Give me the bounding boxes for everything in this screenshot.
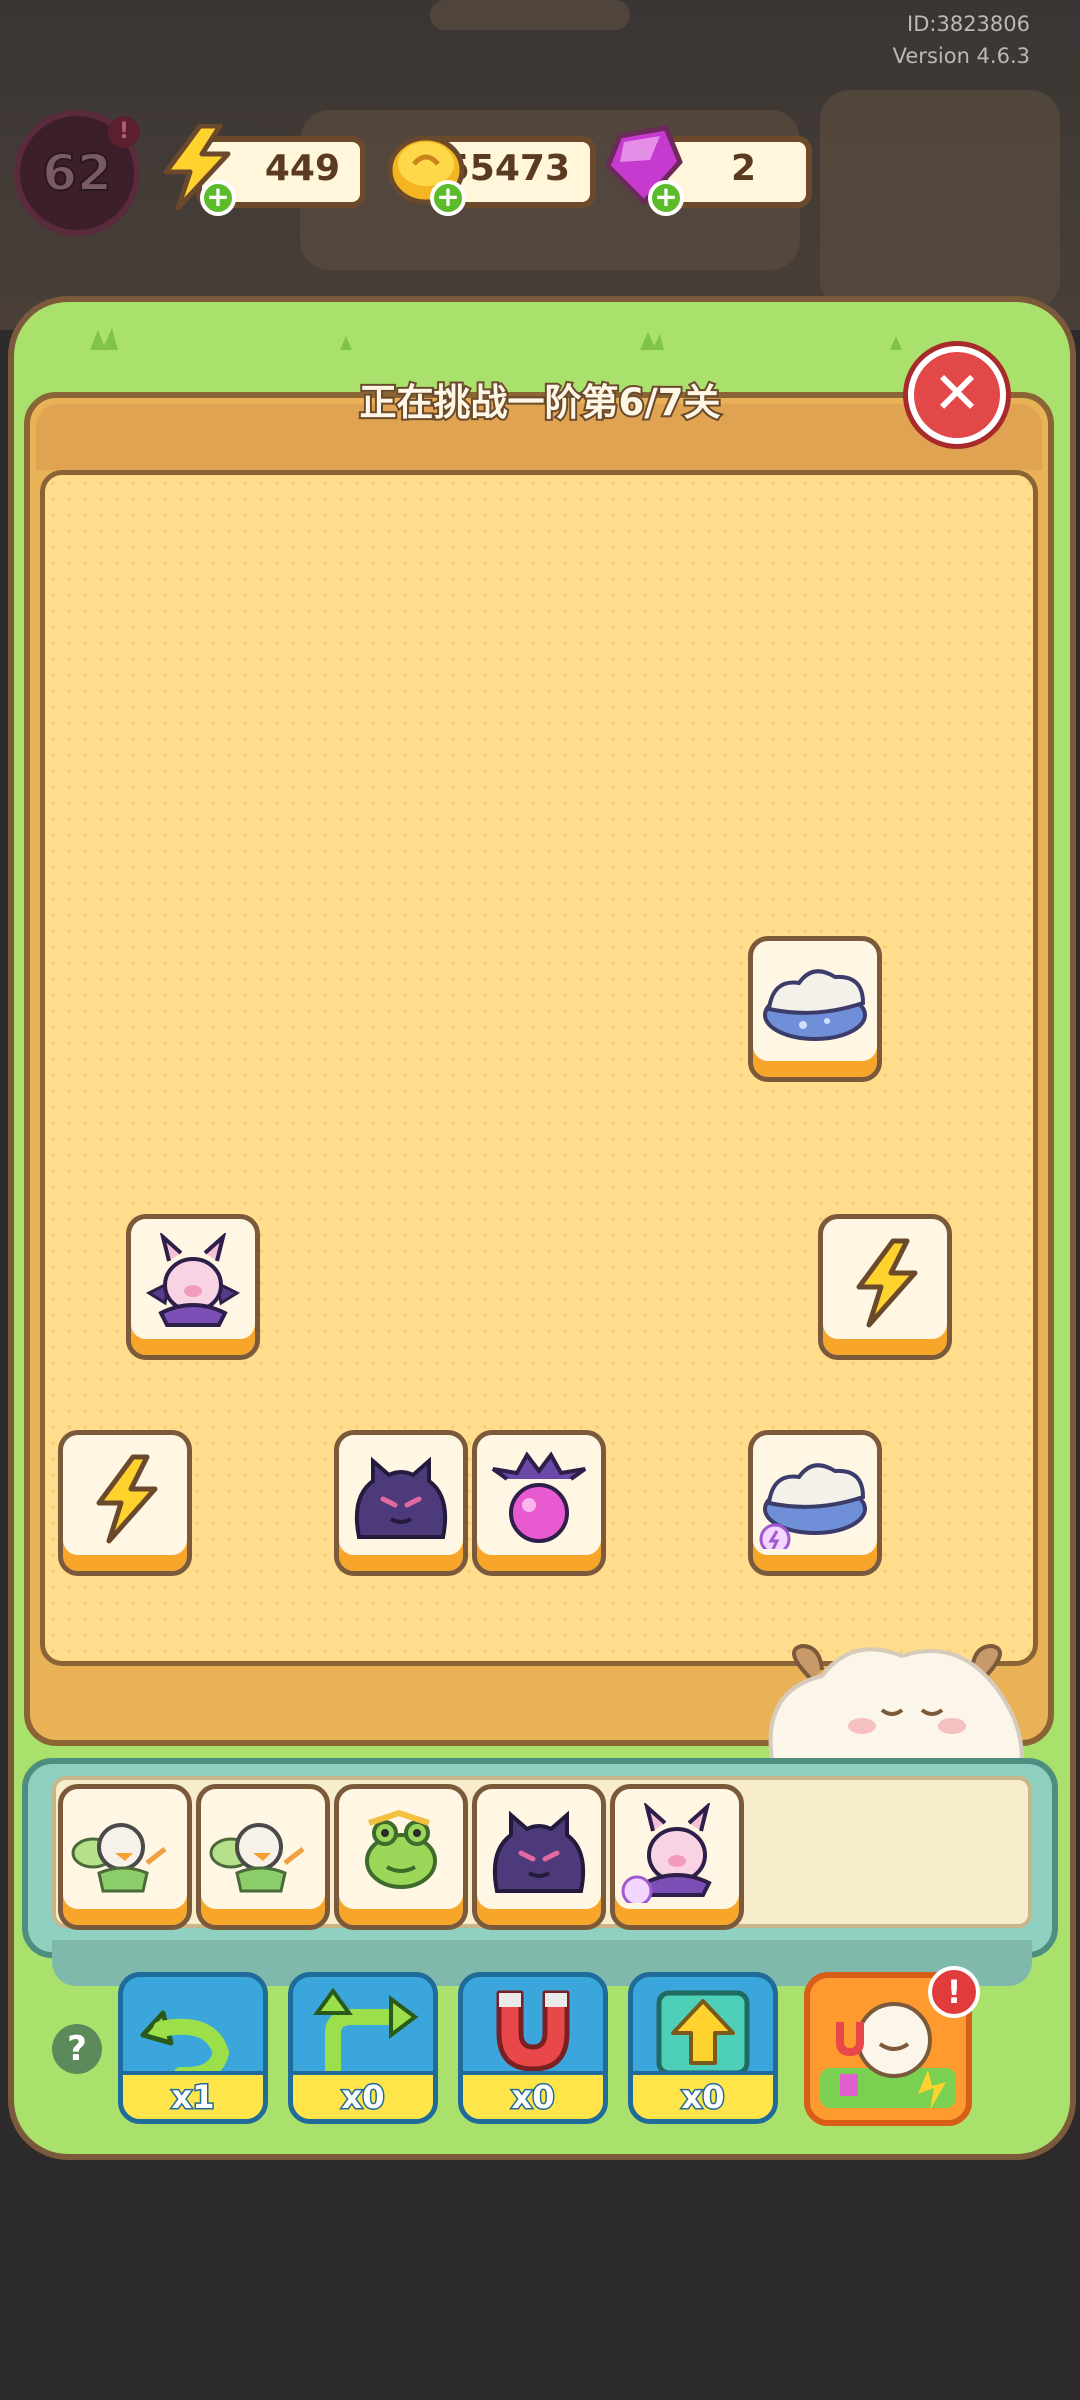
- shuffle-tool-button[interactable]: x0: [288, 1972, 438, 2124]
- bat-pig-icon: [621, 1803, 712, 1903]
- tile-lightning[interactable]: [818, 1214, 952, 1360]
- gem-value: 2: [730, 148, 756, 189]
- level-title: 正在挑战一阶第6/7关: [357, 379, 722, 426]
- dark-cat-icon: [492, 1810, 586, 1893]
- level-alert-dot: !: [108, 116, 140, 148]
- version-label: Version 4.6.3: [892, 44, 1030, 68]
- dark-cat-icon: [354, 1456, 448, 1539]
- level-number: 62: [41, 143, 113, 203]
- add-gems-button[interactable]: +: [648, 180, 684, 216]
- bat-pig-icon: [145, 1233, 241, 1327]
- close-button[interactable]: ✕: [908, 346, 1006, 444]
- fairy-duck-icon: [71, 1823, 167, 1893]
- cloud-puff-icon: [763, 969, 867, 1041]
- tile-dark-cat[interactable]: [334, 1430, 468, 1576]
- add-energy-button[interactable]: +: [200, 180, 236, 216]
- lift-count: x0: [680, 2077, 726, 2118]
- slot-fairy-duck: [196, 1784, 330, 1930]
- arrow-up-icon: [656, 1990, 750, 2076]
- pink-potion-icon: [491, 1451, 587, 1543]
- slot-green-frog: [334, 1784, 468, 1930]
- tile-pink-potion[interactable]: [472, 1430, 606, 1576]
- energy-value: 449: [264, 148, 340, 189]
- help-button[interactable]: ?: [52, 2024, 102, 2074]
- tile-lightning[interactable]: [58, 1430, 192, 1576]
- tile-cloud-puff[interactable]: [748, 1430, 882, 1576]
- fairy-duck-icon: [209, 1823, 305, 1893]
- grass-decoration: [90, 328, 902, 350]
- add-coins-button[interactable]: +: [430, 180, 466, 216]
- slot-dark-cat: [472, 1784, 606, 1930]
- undo-count: x1: [170, 2077, 216, 2118]
- slot-fairy-duck: [58, 1784, 192, 1930]
- shuffle-icon: [313, 1987, 419, 2079]
- cloud-puff-icon: [759, 1463, 867, 1549]
- green-frog-icon: [365, 1809, 437, 1889]
- undo-icon: [140, 2010, 230, 2079]
- slot-bat-pig: [610, 1784, 744, 1930]
- player-id: ID:3823806: [907, 12, 1030, 36]
- tile-cloud-puff[interactable]: [748, 936, 882, 1082]
- magnet-count: x0: [510, 2077, 556, 2118]
- sheep-mascot: [768, 1643, 1025, 1760]
- shuffle-count: x0: [340, 2077, 386, 2118]
- lightning-tile-icon: [96, 1454, 158, 1544]
- magnet-tool-button[interactable]: x0: [458, 1972, 608, 2124]
- lightning-tile-icon: [856, 1238, 918, 1328]
- special-alert-badge: !: [928, 1966, 980, 2018]
- undo-tool-button[interactable]: x1: [118, 1972, 268, 2124]
- tile-bat-pig[interactable]: [126, 1214, 260, 1360]
- lift-tool-button[interactable]: x0: [628, 1972, 778, 2124]
- magnet-icon: [496, 1990, 570, 2072]
